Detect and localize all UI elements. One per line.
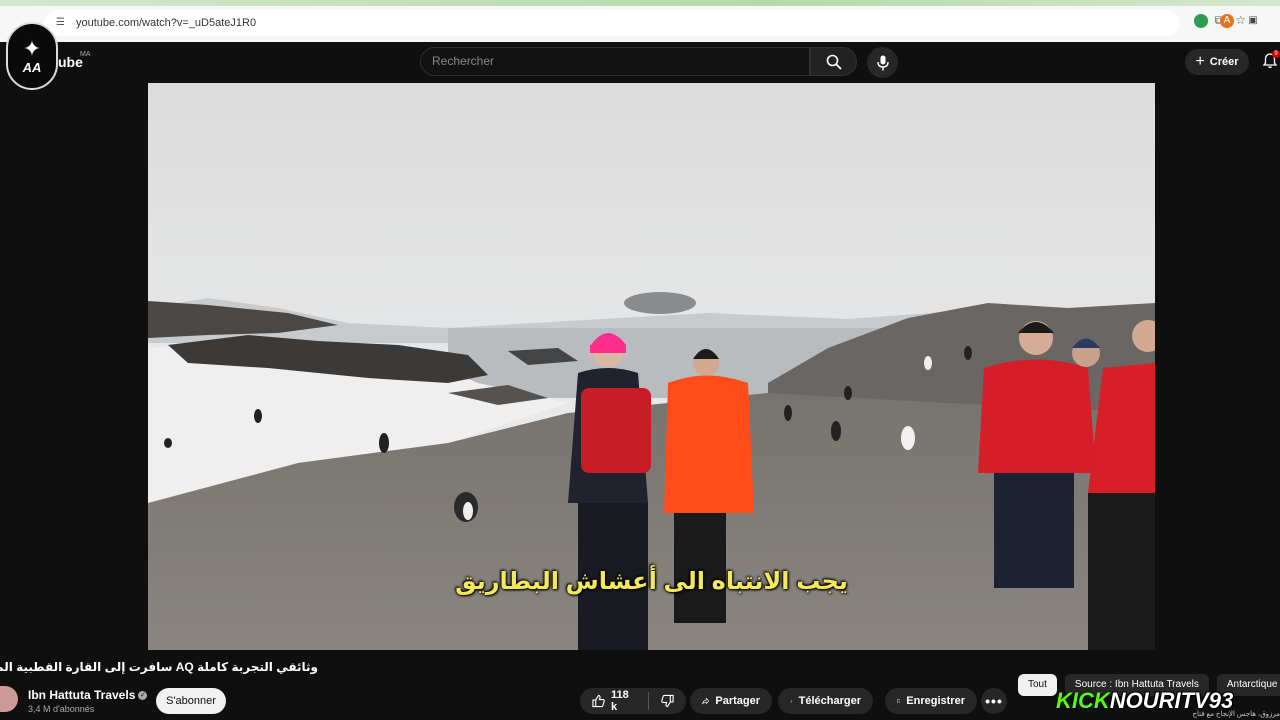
eagle-icon: ✦ [22,35,42,61]
bookmark-icon [897,699,901,703]
search-input[interactable]: Rechercher [420,47,810,76]
more-actions-button[interactable]: ••• [981,688,1007,714]
channel-avatar[interactable] [0,686,18,712]
notifications-count-badge: 9 [1272,50,1280,58]
create-button[interactable]: + Créer [1185,49,1249,75]
verified-check-icon: ✓ [138,691,148,701]
extension-green-icon[interactable] [1194,14,1208,28]
share-icon [702,697,710,705]
download-icon [790,699,793,703]
more-horizontal-icon: ••• [985,693,1003,709]
browser-tab-strip [0,0,1280,6]
channel-name[interactable]: Ibn Hattuta Travels ✓ [28,688,148,702]
chip-all[interactable]: Tout [1018,674,1057,696]
ticker-text: مرزوق، هاجس الإنجاح مع فتاح [1192,711,1280,718]
share-label: Partager [715,695,760,707]
extension-orange-icon[interactable]: A [1220,14,1234,28]
share-button[interactable]: Partager [690,688,772,714]
microphone-icon [876,55,889,70]
video-frame [148,83,1155,650]
thumbs-up-icon[interactable] [592,694,605,708]
voice-search-button[interactable] [867,47,898,78]
save-label: Enregistrer [906,695,965,707]
extensions-area: A ▣ [1194,14,1260,28]
like-dislike-group: 118 k [580,688,686,714]
download-label: Télécharger [798,695,861,707]
like-count[interactable]: 118 k [611,689,636,713]
download-button[interactable]: Télécharger [778,688,873,714]
save-button[interactable]: Enregistrer [885,688,977,714]
search-button[interactable] [810,47,857,76]
thumbs-down-icon[interactable] [661,694,674,708]
subscribe-button[interactable]: S'abonner [156,688,226,714]
video-player[interactable]: يجب الانتباه الى أعشاش البطاريق [148,83,1155,650]
video-title: وثائقي التجربة كاملة AQ سافرت إلى القارة… [0,660,318,674]
channel-watermark-logo: ✦ AA [6,22,58,90]
video-subtitle: يجب الانتباه الى أعشاش البطاريق [455,568,848,595]
url-text: youtube.com/watch?v=_uD5ateJ1R0 [76,17,257,29]
logo-monogram: AA [22,59,42,75]
create-label: Créer [1209,56,1239,68]
channel-name-text: Ibn Hattuta Travels [28,688,136,702]
subscriber-count: 3,4 M d'abonnés [28,704,95,714]
address-bar[interactable]: ☰ youtube.com/watch?v=_uD5ateJ1R0 [44,10,1180,36]
site-info-icon[interactable]: ☰ [56,17,68,29]
search-icon [826,54,842,70]
region-code: MA [80,51,91,58]
plus-icon: + [1195,53,1205,70]
puzzle-icon[interactable]: ▣ [1246,14,1260,28]
like-divider [648,692,649,710]
